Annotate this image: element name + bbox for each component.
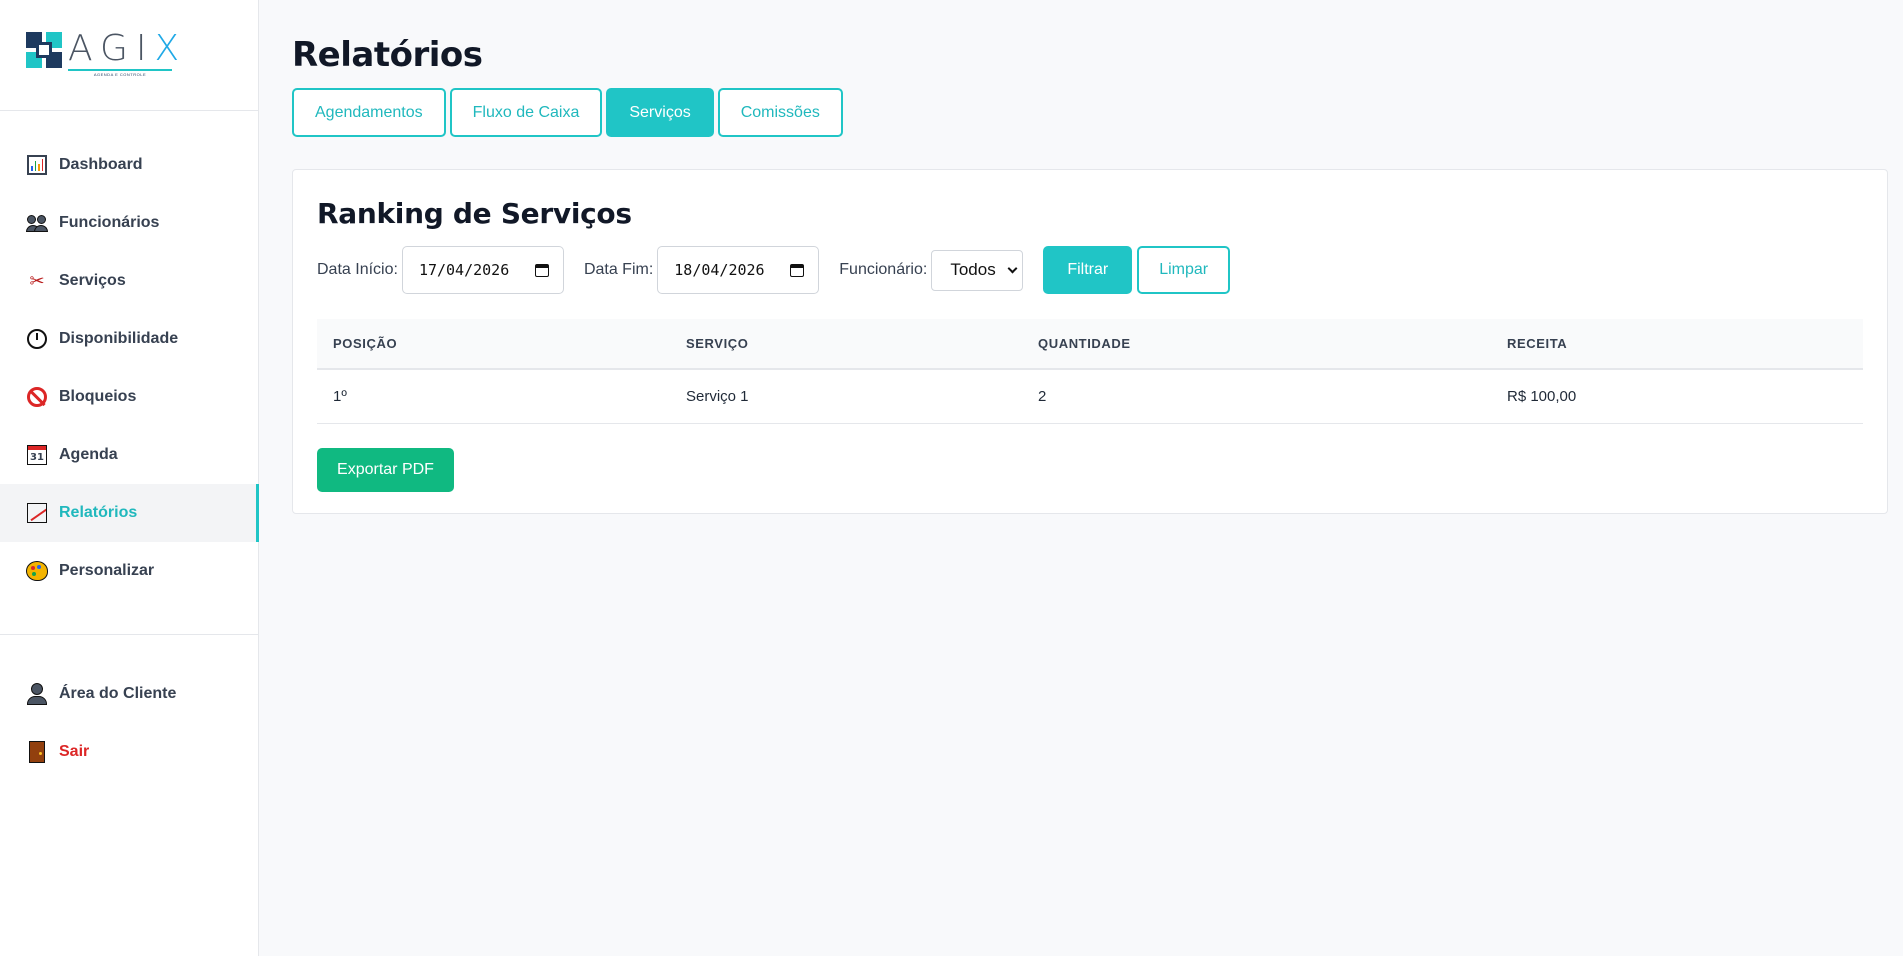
employee-label: Funcionário: [839, 261, 928, 278]
sidebar-item-label: Serviços [59, 272, 126, 289]
card-title: Ranking de Serviços [317, 197, 632, 230]
ranking-table: POSIÇÃO SERVIÇO QUANTIDADE RECEITA 1º Se… [317, 319, 1863, 424]
sidebar-item-dashboard[interactable]: Dashboard [0, 136, 258, 194]
filter-bar: Data Início: 17/04/2026 Data Fim: 18/04/… [317, 246, 1863, 294]
column-header-servico: SERVIÇO [670, 319, 1022, 370]
start-date-label: Data Início: [317, 261, 398, 278]
logo-tagline: AGENDA E CONTROLE [68, 69, 172, 77]
export-pdf-button[interactable]: Exportar PDF [317, 447, 454, 492]
sidebar-nav: Dashboard Funcionários ✂ Serviços Dispon… [0, 111, 259, 781]
sidebar: AGIX AGENDA E CONTROLE Dashboard Funcion… [0, 0, 259, 956]
report-card: Ranking de Serviços Data Início: 17/04/2… [292, 169, 1888, 514]
door-icon [25, 740, 49, 764]
chevron-down-icon [1007, 263, 1018, 273]
table-row: 1º Serviço 1 2 R$ 100,00 [317, 369, 1863, 424]
sidebar-item-label: Personalizar [59, 562, 155, 579]
logo-mark-icon [26, 32, 62, 68]
sidebar-item-label: Funcionários [59, 214, 160, 231]
end-date-input[interactable]: 18/04/2026 [657, 246, 820, 294]
filter-button[interactable]: Filtrar [1043, 246, 1133, 294]
sidebar-item-label: Relatórios [59, 504, 138, 521]
calendar-picker-icon[interactable] [790, 263, 805, 277]
cell-quantidade: 2 [1022, 369, 1491, 424]
calendar-icon: 31 [25, 443, 49, 467]
user-icon [25, 682, 49, 706]
people-icon [25, 211, 49, 235]
cell-posicao: 1º [317, 369, 670, 424]
sidebar-item-label: Área do Cliente [59, 685, 177, 702]
column-header-receita: RECEITA [1491, 319, 1863, 370]
cell-receita: R$ 100,00 [1491, 369, 1863, 424]
tab-agendamentos[interactable]: Agendamentos [292, 88, 446, 137]
start-date-value: 17/04/2026 [418, 261, 510, 279]
tab-fluxo-de-caixa[interactable]: Fluxo de Caixa [449, 88, 603, 137]
cell-servico: Serviço 1 [670, 369, 1022, 424]
clock-icon [25, 327, 49, 351]
logo[interactable]: AGIX AGENDA E CONTROLE [0, 0, 258, 111]
bar-chart-icon [25, 153, 49, 177]
tab-comissoes[interactable]: Comissões [717, 88, 843, 137]
start-date-input[interactable]: 17/04/2026 [401, 246, 564, 294]
sidebar-item-funcionarios[interactable]: Funcionários [0, 194, 258, 252]
line-chart-icon [25, 501, 49, 525]
table-header-row: POSIÇÃO SERVIÇO QUANTIDADE RECEITA [317, 319, 1863, 370]
sidebar-item-sair[interactable]: Sair [0, 723, 258, 781]
report-tabs: Agendamentos Fluxo de Caixa Serviços Com… [292, 88, 1888, 137]
scissors-icon: ✂ [29, 270, 45, 291]
employee-select[interactable]: Todos [931, 249, 1024, 291]
sidebar-item-label: Agenda [59, 446, 118, 463]
sidebar-item-label: Bloqueios [59, 388, 137, 405]
sidebar-item-agenda[interactable]: 31 Agenda [0, 426, 258, 484]
end-date-value: 18/04/2026 [674, 261, 765, 279]
sidebar-item-relatorios[interactable]: Relatórios [0, 484, 259, 542]
sidebar-item-disponibilidade[interactable]: Disponibilidade [0, 310, 258, 368]
sidebar-item-servicos[interactable]: ✂ Serviços [0, 252, 258, 310]
clear-button[interactable]: Limpar [1137, 246, 1231, 294]
sidebar-item-bloqueios[interactable]: Bloqueios [0, 368, 258, 426]
sidebar-item-label: Disponibilidade [59, 330, 179, 347]
sidebar-divider: Área do Cliente Sair [0, 634, 258, 781]
sidebar-item-label: Sair [59, 743, 90, 760]
sidebar-item-personalizar[interactable]: Personalizar [0, 542, 258, 600]
sidebar-item-area-cliente[interactable]: Área do Cliente [0, 665, 258, 723]
main-content: Relatórios Agendamentos Fluxo de Caixa S… [292, 0, 1888, 514]
employee-select-value: Todos [950, 260, 996, 279]
column-header-posicao: POSIÇÃO [317, 319, 670, 370]
end-date-label: Data Fim: [583, 261, 654, 278]
palette-icon [25, 559, 49, 583]
column-header-quantidade: QUANTIDADE [1022, 319, 1491, 370]
tab-servicos[interactable]: Serviços [606, 88, 714, 137]
page-title: Relatórios [292, 35, 483, 75]
calendar-picker-icon[interactable] [534, 263, 549, 277]
logo-wordmark: AGIX [68, 28, 188, 69]
sidebar-item-label: Dashboard [59, 156, 143, 173]
prohibited-icon [25, 385, 49, 409]
